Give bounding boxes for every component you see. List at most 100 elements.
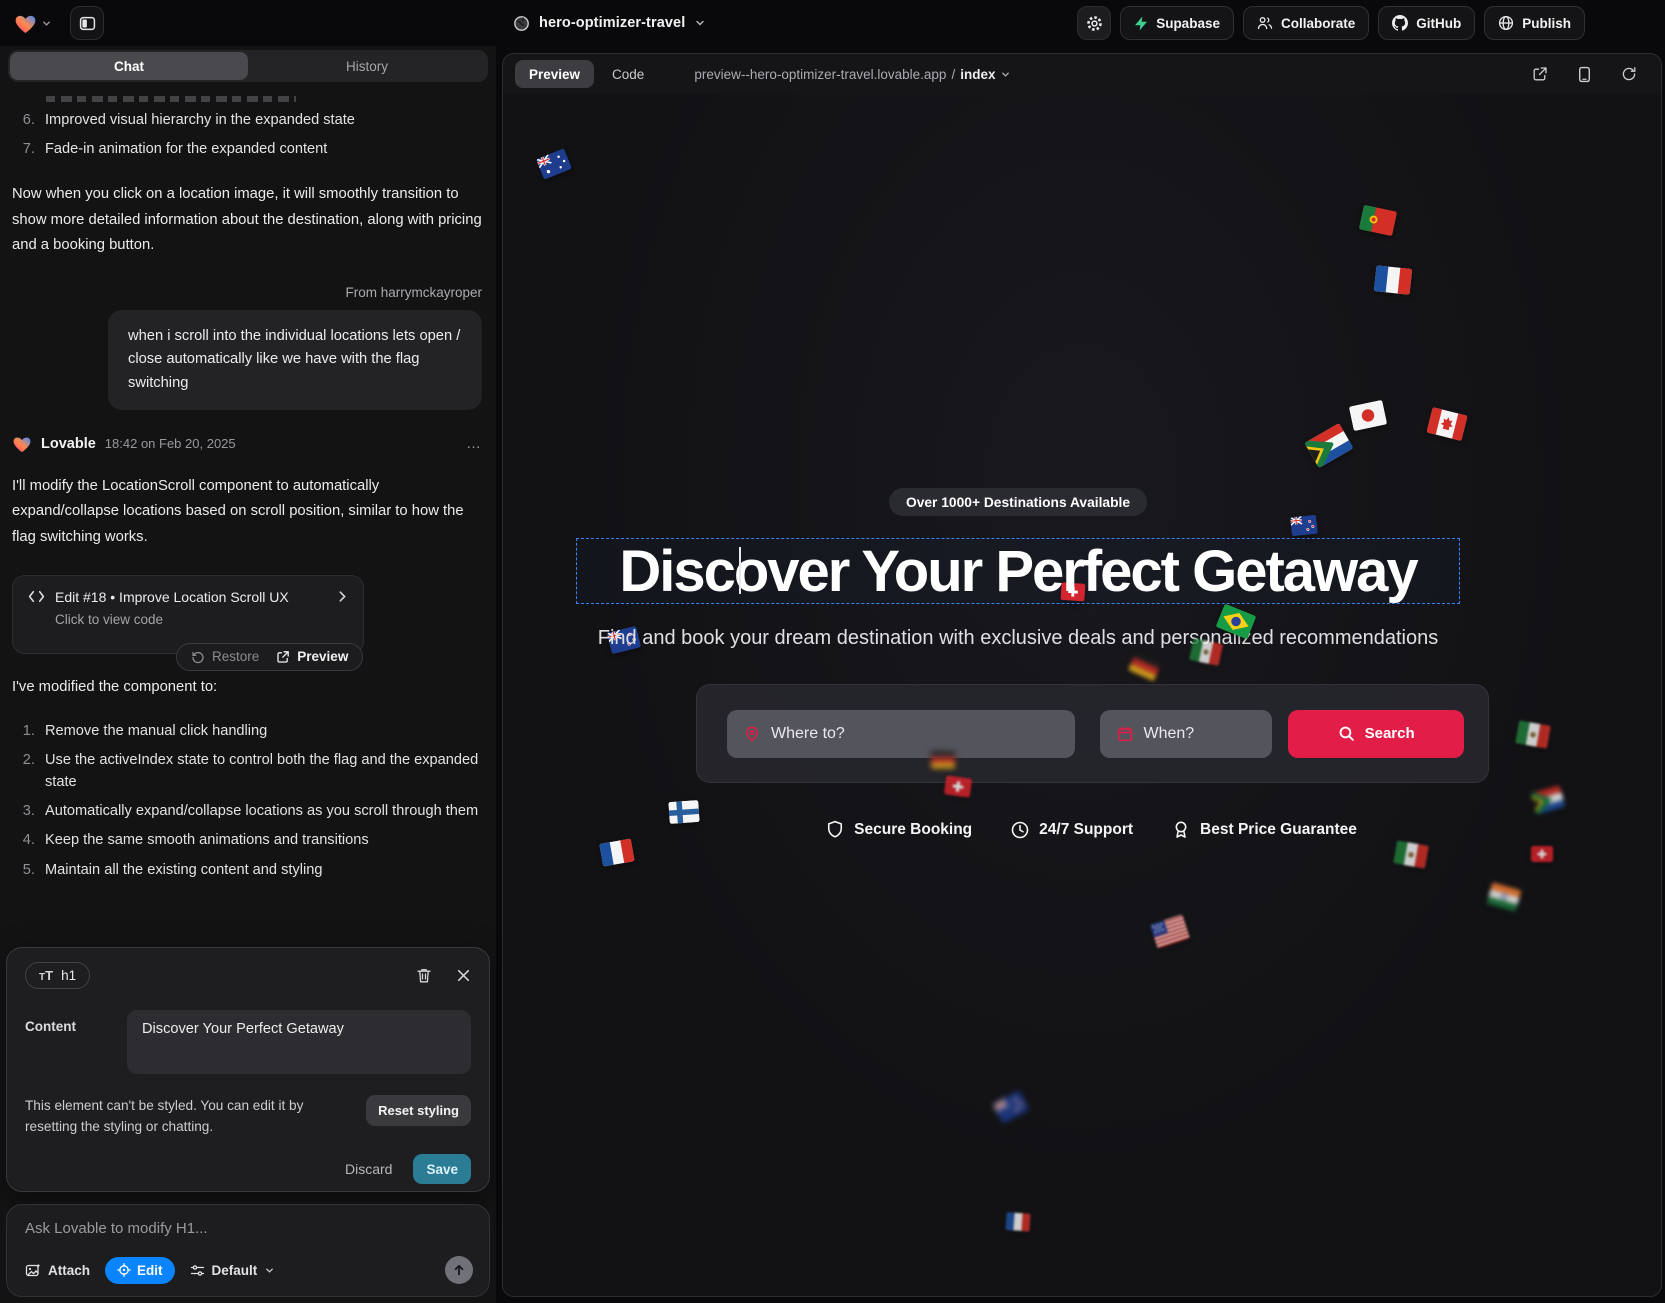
hero-preview: Over 1000+ Destinations Available Discov…: [503, 94, 1661, 1296]
reset-styling-button[interactable]: Reset styling: [366, 1095, 471, 1126]
external-link-icon: [276, 650, 290, 664]
assistant-list-top: Improved visual hierarchy in the expande…: [12, 110, 482, 161]
tab-history[interactable]: History: [248, 52, 486, 80]
flag-mx-icon: [1189, 638, 1223, 666]
list-item: Automatically expand/collapse locations …: [39, 801, 482, 822]
list-item: Improved visual hierarchy in the expande…: [39, 110, 482, 131]
chat-composer[interactable]: Ask Lovable to modify H1... Attach Edit: [6, 1204, 490, 1297]
close-icon[interactable]: [456, 968, 471, 983]
sidebar-toggle-button[interactable]: [70, 6, 104, 40]
tab-code[interactable]: Code: [598, 60, 658, 88]
list-item: Maintain all the existing content and st…: [39, 860, 482, 881]
hero-title[interactable]: Discover Your Perfect Getaway: [576, 538, 1460, 604]
image-icon: [25, 1263, 41, 1278]
tab-chat[interactable]: Chat: [10, 52, 248, 80]
flag-jp-icon: [1349, 400, 1387, 431]
flag-za-icon: [1304, 423, 1353, 468]
styling-note: This element can't be styled. You can ed…: [25, 1095, 343, 1137]
element-tag-badge: TT h1: [25, 962, 90, 989]
element-tag-label: h1: [61, 968, 76, 983]
edit-version-card[interactable]: Edit #18 • Improve Location Scroll UX Cl…: [12, 575, 364, 654]
clipped-message-remnant: [46, 96, 296, 102]
assistant-paragraph: Now when you click on a location image, …: [12, 182, 482, 259]
project-selector[interactable]: hero-optimizer-travel: [513, 0, 706, 46]
location-pin-icon: [743, 725, 761, 743]
feature-support: 24/7 Support: [1010, 819, 1133, 840]
preview-button[interactable]: Preview: [276, 649, 348, 664]
edit-mode-button[interactable]: Edit: [105, 1257, 175, 1284]
restore-icon: [191, 650, 205, 664]
assistant-header: Lovable 18:42 on Feb 20, 2025 …: [12, 435, 482, 453]
trash-icon[interactable]: [416, 967, 432, 984]
chevron-down-icon: [1000, 69, 1011, 80]
mobile-view-icon[interactable]: [1578, 66, 1591, 83]
flag-fr-icon: [1005, 1212, 1030, 1231]
when-input[interactable]: When?: [1100, 710, 1273, 758]
flag-fi-icon: [668, 800, 699, 824]
hero-subtitle: Find and book your dream destination wit…: [516, 627, 1520, 650]
supabase-icon: [1134, 16, 1148, 31]
chevron-down-icon: [41, 18, 52, 29]
calendar-icon: [1116, 725, 1134, 743]
discard-button[interactable]: Discard: [345, 1161, 392, 1177]
collaborate-button[interactable]: Collaborate: [1243, 6, 1369, 40]
refresh-icon[interactable]: [1621, 66, 1637, 82]
lovable-logo[interactable]: [14, 13, 52, 34]
github-icon: [1392, 15, 1408, 31]
preview-url[interactable]: preview--hero-optimizer-travel.lovable.a…: [694, 67, 1011, 82]
feature-secure-booking: Secure Booking: [825, 819, 972, 840]
list-item: Keep the same smooth animations and tran…: [39, 830, 482, 851]
attach-button[interactable]: Attach: [25, 1263, 90, 1278]
search-button[interactable]: Search: [1288, 710, 1464, 758]
flag-nz-icon: [1290, 515, 1318, 537]
text-cursor: [739, 547, 741, 594]
shield-icon: [825, 819, 845, 840]
publish-globe-icon: [1498, 15, 1514, 31]
flag-za-icon: [1531, 785, 1566, 814]
restore-button[interactable]: Restore: [191, 649, 259, 664]
edit-card-title: Edit #18 • Improve Location Scroll UX: [55, 589, 289, 605]
award-icon: [1171, 819, 1191, 840]
element-editor-panel: TT h1 Content Discover Your Perfect Geta…: [6, 947, 490, 1192]
sidebar-tabs: Chat History: [8, 50, 488, 82]
flag-fr-icon: [599, 838, 635, 867]
list-item: Use the activeIndex state to control bot…: [39, 750, 482, 793]
message-timestamp: 18:42 on Feb 20, 2025: [105, 436, 236, 451]
user-message-bubble: when i scroll into the individual locati…: [108, 310, 482, 410]
where-input[interactable]: Where to?: [727, 710, 1075, 758]
send-button[interactable]: [445, 1256, 473, 1284]
topbar: hero-optimizer-travel Supabase Collabora…: [0, 0, 1665, 46]
composer-placeholder[interactable]: Ask Lovable to modify H1...: [25, 1220, 473, 1237]
supabase-button[interactable]: Supabase: [1120, 6, 1234, 40]
save-button[interactable]: Save: [413, 1154, 471, 1184]
assistant-list-changes: Remove the manual click handling Use the…: [12, 721, 482, 882]
flag-ca-icon: [1426, 407, 1467, 441]
people-icon: [1257, 16, 1273, 30]
flag-in-icon: [1487, 882, 1522, 911]
list-item: Remove the manual click handling: [39, 721, 482, 742]
chevron-down-icon: [694, 17, 706, 29]
content-textarea[interactable]: Discover Your Perfect Getaway: [127, 1010, 471, 1074]
assistant-name: Lovable: [41, 436, 96, 452]
chevron-right-icon: [336, 590, 349, 603]
url-separator: /: [951, 67, 955, 82]
publish-label: Publish: [1522, 16, 1571, 31]
content-label: Content: [25, 1010, 127, 1074]
settings-button[interactable]: [1077, 6, 1111, 40]
tab-preview[interactable]: Preview: [515, 60, 594, 88]
panel-left-icon: [79, 15, 96, 32]
flag-de-icon: [1128, 651, 1162, 681]
url-host: preview--hero-optimizer-travel.lovable.a…: [694, 67, 946, 82]
flag-us-icon: [1150, 914, 1190, 948]
github-button[interactable]: GitHub: [1378, 6, 1475, 40]
url-path: index: [960, 67, 995, 82]
supabase-label: Supabase: [1156, 16, 1220, 31]
publish-button[interactable]: Publish: [1484, 6, 1585, 40]
message-menu-button[interactable]: …: [466, 435, 482, 452]
edit-card-subtitle: Click to view code: [55, 612, 349, 627]
when-placeholder: When?: [1144, 725, 1195, 743]
mode-selector[interactable]: Default: [190, 1263, 276, 1278]
feature-best-price: Best Price Guarantee: [1171, 819, 1357, 840]
chat-messages[interactable]: Improved visual hierarchy in the expande…: [0, 90, 496, 947]
open-in-new-tab-icon[interactable]: [1532, 66, 1548, 82]
